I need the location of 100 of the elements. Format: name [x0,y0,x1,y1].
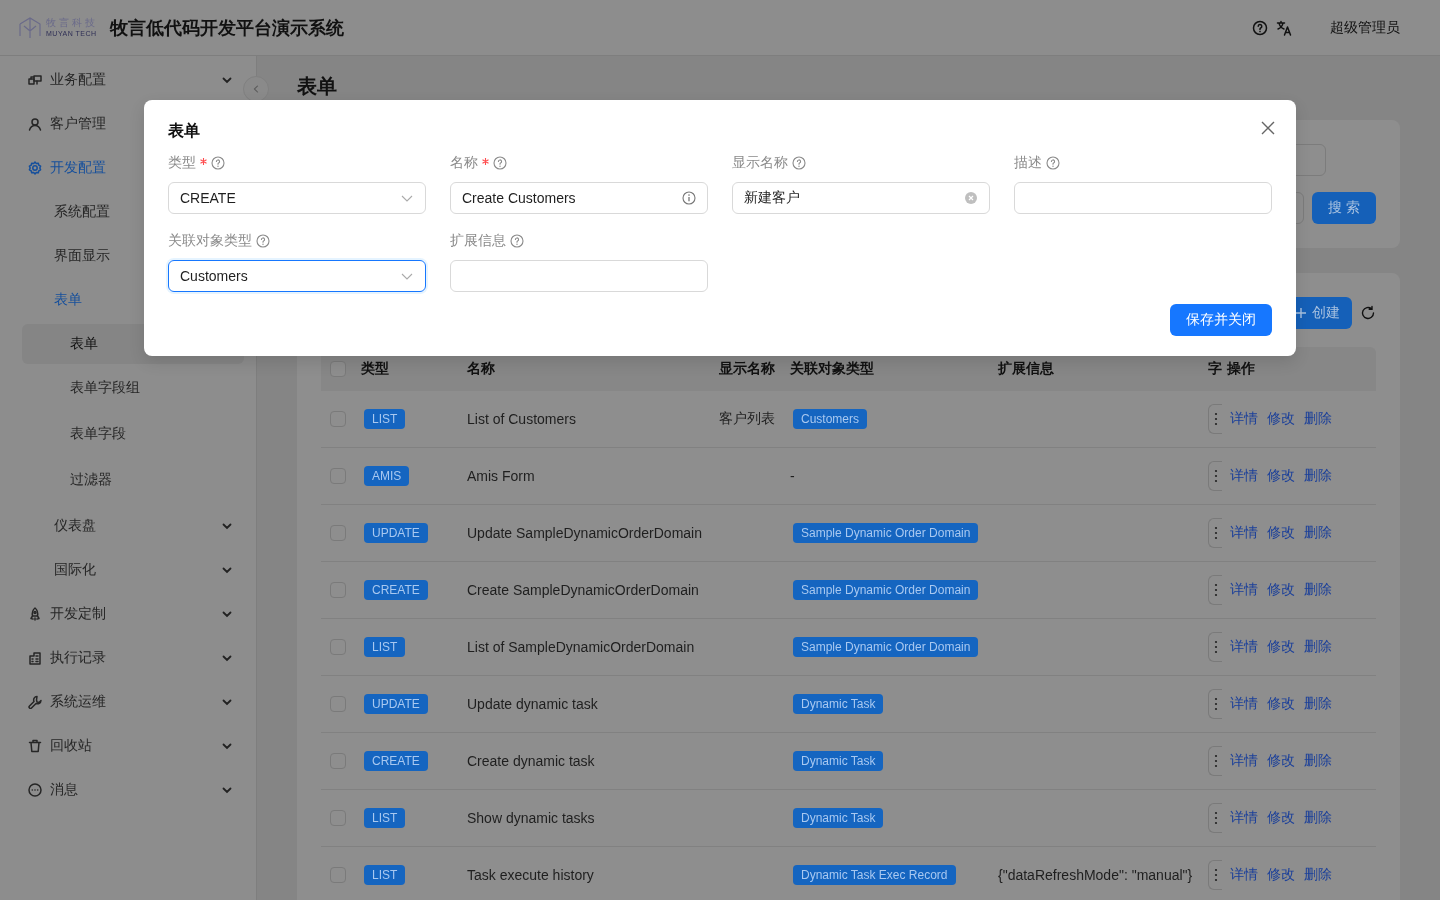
action-link[interactable]: 详情 [1230,866,1258,884]
chat-icon [28,783,42,797]
action-link[interactable]: 修改 [1267,467,1295,485]
help-icon [211,156,225,170]
more-button[interactable] [1208,518,1222,548]
object-type-tag: Sample Dynamic Order Domain [793,637,979,657]
table-cell: Amis Form [467,468,535,484]
checkbox[interactable] [330,361,346,377]
action-link[interactable]: 修改 [1267,752,1295,770]
object-type-tag: Dynamic Task Exec Record [793,865,956,885]
action-link[interactable]: 删除 [1304,524,1332,542]
action-link[interactable]: 详情 [1230,581,1258,599]
action-link[interactable]: 删除 [1304,866,1332,884]
action-link[interactable]: 删除 [1304,581,1332,599]
field-label: 扩展信息 [450,232,506,250]
help-icon[interactable] [1252,19,1268,36]
action-link[interactable]: 详情 [1230,695,1258,713]
object-type-tag: Dynamic Task [793,751,884,771]
action-link[interactable]: 详情 [1230,467,1258,485]
sidebar-item[interactable]: 国际化 [22,548,244,592]
table-cell: Create SampleDynamicOrderDomain [467,582,699,598]
search-button[interactable]: 搜 索 [1312,192,1376,224]
sidebar-item[interactable]: 业务配置 [22,58,244,102]
type-tag: CREATE [364,751,428,771]
action-link[interactable]: 修改 [1267,581,1295,599]
action-link[interactable]: 详情 [1230,638,1258,656]
field-label: 显示名称 [732,154,788,172]
wrench-icon [28,695,42,709]
table-cell: 客户列表 [719,410,775,426]
save-button[interactable]: 保存并关闭 [1170,304,1272,336]
sidebar-item[interactable]: 过滤器 [22,458,244,502]
action-link[interactable]: 详情 [1230,809,1258,827]
select-field[interactable]: Customers [168,260,426,292]
action-link[interactable]: 删除 [1304,638,1332,656]
input-field[interactable]: Create Customers [450,182,708,214]
sidebar-item[interactable]: 执行记录 [22,636,244,680]
required-icon [482,157,489,165]
action-link[interactable]: 删除 [1304,410,1332,428]
action-link[interactable]: 修改 [1267,410,1295,428]
action-link[interactable]: 详情 [1230,410,1258,428]
collapse-button[interactable] [243,76,269,102]
sidebar-item[interactable]: 消息 [22,768,244,812]
sidebar-item[interactable]: 开发定制 [22,592,244,636]
refresh-icon[interactable] [1360,305,1376,321]
more-button[interactable] [1208,632,1222,662]
more-button[interactable] [1208,404,1222,434]
sidebar-item[interactable]: 表单字段 [22,412,244,456]
more-button[interactable] [1208,461,1222,491]
select-field[interactable]: CREATE [168,182,426,214]
sidebar-item[interactable]: 表单字段组 [22,366,244,410]
action-link[interactable]: 修改 [1267,809,1295,827]
app-title: 牧言低代码开发平台演示系统 [110,16,344,40]
action-link[interactable]: 删除 [1304,752,1332,770]
action-link[interactable]: 修改 [1267,638,1295,656]
more-icon [1213,697,1218,711]
action-link[interactable]: 修改 [1267,866,1295,884]
input-field[interactable] [1014,182,1272,214]
table-cell: List of Customers [467,411,576,427]
input-field[interactable] [450,260,708,292]
action-link[interactable]: 详情 [1230,752,1258,770]
page-title: 表单 [297,74,338,99]
input-field[interactable]: 新建客户 [732,182,990,214]
table-cell: Update SampleDynamicOrderDomain [467,525,702,541]
table-cell: Update dynamic task [467,696,598,712]
action-link[interactable]: 修改 [1267,695,1295,713]
sidebar-item[interactable]: 系统运维 [22,680,244,724]
type-tag: UPDATE [364,523,428,543]
action-link[interactable]: 删除 [1304,695,1332,713]
help-icon [493,156,507,170]
more-button[interactable] [1208,803,1222,833]
type-tag: CREATE [364,580,428,600]
more-icon [1213,868,1218,882]
more-icon [1213,811,1218,825]
more-icon [1213,526,1218,540]
user-name[interactable]: 超级管理员 [1330,18,1400,37]
object-type-tag: Sample Dynamic Order Domain [793,580,979,600]
action-link[interactable]: 详情 [1230,524,1258,542]
table-cell: {"dataRefreshMode": "manual"} [998,867,1193,883]
field-label: 名称 [450,154,478,172]
rocket-icon [28,607,42,621]
plus-icon [1296,308,1306,318]
more-button[interactable] [1208,689,1222,719]
apps-icon [28,73,42,87]
sidebar-item[interactable]: 仪表盘 [22,504,244,548]
object-type-tag: Dynamic Task [793,808,884,828]
column-header: 字 [1207,360,1222,378]
sidebar-item[interactable]: 回收站 [22,724,244,768]
object-type-tag: Sample Dynamic Order Domain [793,523,979,543]
table-cell: Create dynamic task [467,753,595,769]
action-link[interactable]: 删除 [1304,809,1332,827]
more-button[interactable] [1208,746,1222,776]
logo-icon [18,15,42,40]
translate-icon[interactable] [1276,19,1292,36]
close-icon[interactable] [1260,120,1276,136]
more-button[interactable] [1208,860,1222,890]
table-cell: Show dynamic tasks [467,810,595,826]
action-link[interactable]: 修改 [1267,524,1295,542]
type-tag: LIST [364,865,406,885]
more-button[interactable] [1208,575,1222,605]
action-link[interactable]: 删除 [1304,467,1332,485]
